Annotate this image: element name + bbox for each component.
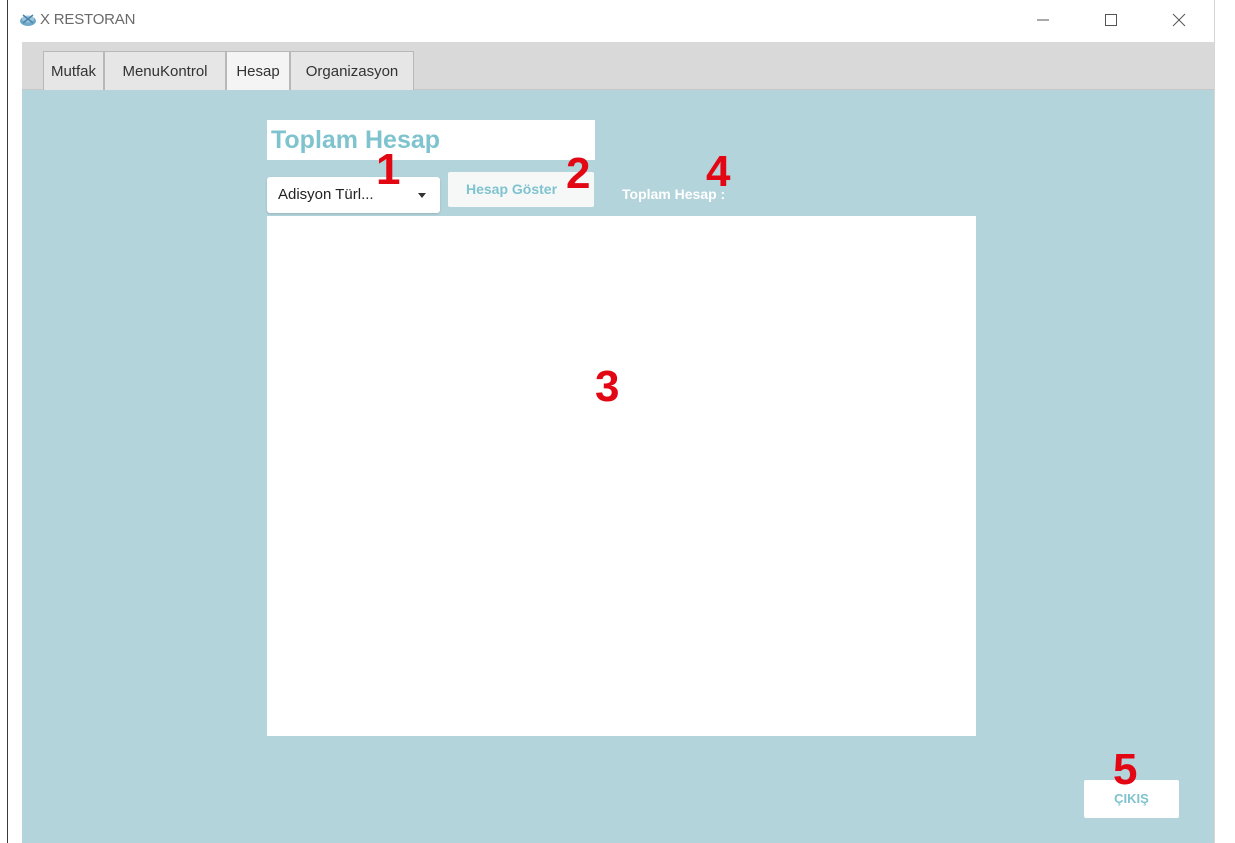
combobox-value: Adisyon Türl... [278, 186, 374, 203]
minimize-icon[interactable] [1030, 8, 1056, 32]
page-title: Toplam Hesap [271, 126, 441, 154]
annotation-4: 4 [706, 147, 731, 196]
restaurant-logo-icon [20, 14, 36, 26]
annotation-1: 1 [376, 145, 401, 194]
show-total-button-label: Hesap Göster [466, 181, 558, 197]
annotation-2: 2 [566, 149, 591, 198]
tab-mutfak[interactable]: Mutfak [43, 51, 104, 90]
tab-strip: Mutfak MenuKontrol Hesap Organizasyon [22, 42, 1214, 90]
chevron-down-icon [418, 193, 426, 198]
tab-organizasyon[interactable]: Organizasyon [290, 51, 414, 90]
title-bar: X RESTORAN [8, 0, 1214, 40]
annotation-3: 3 [595, 362, 620, 411]
adisyon-type-combobox[interactable]: Adisyon Türl... [267, 177, 440, 213]
page-title-box: Toplam Hesap [267, 120, 595, 160]
bill-list-area[interactable] [267, 216, 976, 736]
annotation-5: 5 [1113, 745, 1138, 794]
window-title: X RESTORAN [40, 11, 136, 28]
tab-hesap[interactable]: Hesap [226, 51, 290, 90]
hesap-panel: Toplam Hesap Adisyon Türl... Hesap Göste… [22, 90, 1214, 843]
tab-menukontrol[interactable]: MenuKontrol [104, 51, 226, 90]
close-icon[interactable] [1166, 8, 1192, 32]
app-window: X RESTORAN Mutfak MenuKontrol Hesap Orga… [7, 0, 1215, 843]
maximize-icon[interactable] [1098, 8, 1124, 32]
